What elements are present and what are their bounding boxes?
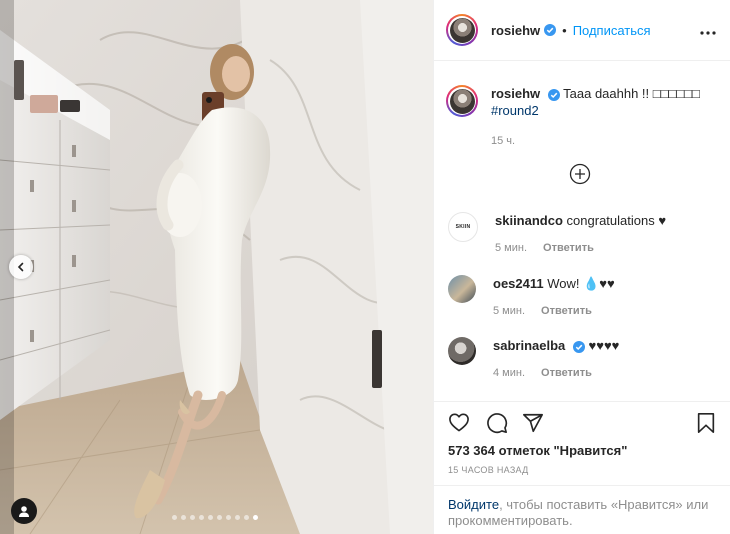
- comment-time[interactable]: 5 мин.: [495, 240, 527, 257]
- comment-icon: [487, 413, 508, 434]
- header-separator: •: [562, 22, 567, 38]
- comment-username[interactable]: sabrinaelba: [493, 338, 565, 353]
- caption-hashtag[interactable]: #round2: [491, 102, 711, 119]
- author-username[interactable]: rosiehw: [491, 23, 540, 38]
- comment-text: ♥♥♥♥: [588, 338, 620, 353]
- heart-icon: [449, 413, 469, 432]
- chevron-left-icon: [17, 262, 24, 272]
- comment-item: SKIIN skiinandco congratulations ♥ 5 мин…: [446, 212, 716, 257]
- follow-button[interactable]: Подписаться: [573, 23, 651, 38]
- comment-time[interactable]: 4 мин.: [493, 365, 525, 382]
- carousel-dot: [253, 515, 258, 520]
- comment-text: Wow! 💧♥♥: [547, 276, 615, 291]
- load-more-comments-button[interactable]: [569, 163, 591, 185]
- carousel-dot: [235, 515, 240, 520]
- carousel-dot: [181, 515, 186, 520]
- carousel-dot: [172, 515, 177, 520]
- verified-badge-icon: [544, 24, 557, 36]
- commenter-avatar[interactable]: SKIIN: [448, 212, 478, 242]
- comment-item: oes2411 Wow! 💧♥♥ 5 мин. Ответить: [446, 275, 716, 320]
- likes-count[interactable]: 573 364 отметок "Нравится": [448, 443, 627, 458]
- more-icon: [700, 31, 716, 35]
- photo-scene: [0, 0, 433, 534]
- share-button[interactable]: [522, 412, 544, 439]
- caption-text: Taaa daahhh !! □□□□□□: [563, 86, 700, 101]
- carousel-dot: [226, 515, 231, 520]
- verified-badge-icon: [572, 340, 585, 353]
- post-side-panel: rosiehw • Подписаться rosiehw Taaa daahh…: [433, 0, 730, 534]
- login-link[interactable]: Войдите: [448, 497, 499, 512]
- post-photo[interactable]: [0, 0, 433, 534]
- carousel-dot: [190, 515, 195, 520]
- caption-username[interactable]: rosiehw: [491, 86, 540, 101]
- tagged-users-button[interactable]: [11, 498, 37, 524]
- comment-button[interactable]: [486, 412, 508, 439]
- carousel-dot: [199, 515, 204, 520]
- comment-username[interactable]: skiinandco: [495, 213, 563, 228]
- prev-slide-button[interactable]: [9, 255, 33, 279]
- comment-time[interactable]: 5 мин.: [493, 303, 525, 320]
- post-timestamp[interactable]: 15 ЧАСОВ НАЗАД: [448, 465, 529, 475]
- post-actions: 573 364 отметок "Нравится" 15 ЧАСОВ НАЗА…: [434, 401, 730, 528]
- carousel-dot: [244, 515, 249, 520]
- like-button[interactable]: [448, 412, 470, 437]
- commenter-avatar[interactable]: [448, 275, 476, 303]
- more-options-button[interactable]: [700, 22, 716, 40]
- verified-badge-icon: [547, 88, 560, 101]
- caption-avatar[interactable]: [446, 85, 478, 117]
- reply-button[interactable]: Ответить: [543, 240, 594, 257]
- comment-item: sabrinaelba ♥♥♥♥ 4 мин. Ответить: [446, 337, 716, 382]
- save-button[interactable]: [696, 412, 716, 439]
- share-icon: [523, 413, 543, 433]
- plus-circle-icon: [569, 163, 591, 185]
- post-header: rosiehw • Подписаться: [434, 0, 730, 61]
- comment-username[interactable]: oes2411: [493, 276, 544, 291]
- author-avatar[interactable]: [446, 14, 478, 46]
- reply-button[interactable]: Ответить: [541, 365, 592, 382]
- comment-text: congratulations ♥: [566, 213, 667, 228]
- login-prompt: Войдите, чтобы поставить «Нравится» или …: [434, 485, 730, 529]
- carousel-indicator: [172, 515, 258, 520]
- caption-time[interactable]: 15 ч.: [491, 133, 711, 150]
- carousel-dot: [217, 515, 222, 520]
- carousel-dot: [208, 515, 213, 520]
- commenter-avatar[interactable]: [448, 337, 476, 365]
- post-dialog: rosiehw • Подписаться rosiehw Taaa daahh…: [0, 0, 730, 534]
- reply-button[interactable]: Ответить: [541, 303, 592, 320]
- user-tag-icon: [19, 506, 29, 517]
- post-caption: rosiehw Taaa daahhh !! □□□□□□ #round2 15…: [434, 61, 730, 150]
- bookmark-icon: [697, 413, 715, 433]
